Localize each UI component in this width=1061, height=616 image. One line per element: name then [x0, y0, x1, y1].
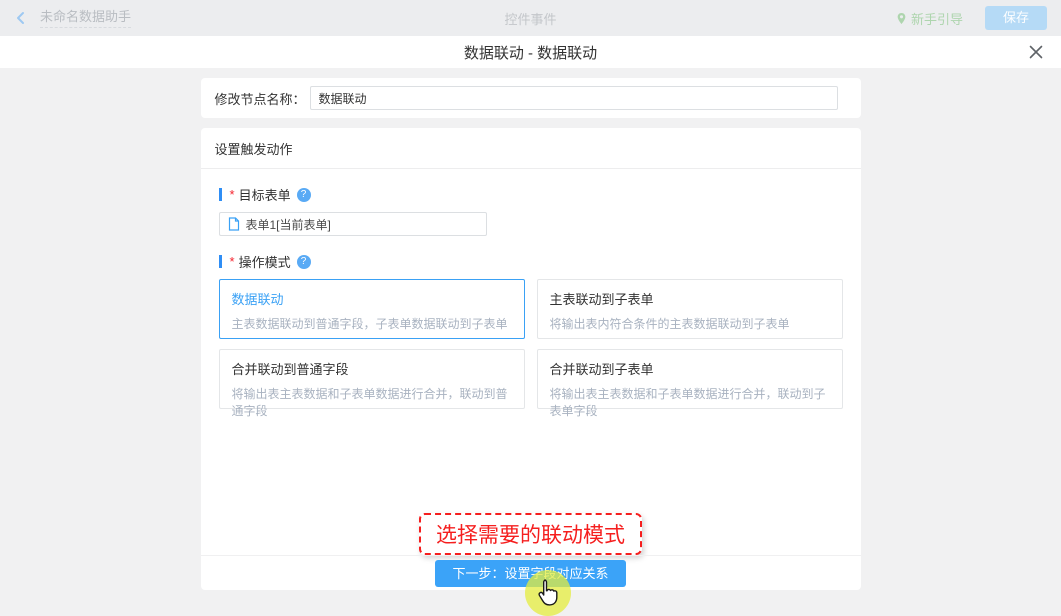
target-form-value: 表单1[当前表单] [246, 216, 331, 233]
modal-content: 修改节点名称： 设置触发动作 * 目标表单 ? 表单1[当前表单] * [0, 68, 1061, 590]
mode-card-title: 合并联动到子表单 [550, 359, 830, 378]
help-icon[interactable]: ? [297, 188, 311, 202]
modal-title: 数据联动 - 数据联动 [464, 42, 597, 63]
mode-card-title: 数据联动 [232, 289, 512, 308]
field-accent-bar [219, 188, 222, 201]
annotation-callout: 选择需要的联动模式 [419, 513, 642, 555]
section-body: * 目标表单 ? 表单1[当前表单] * 操作模式 ? 数据联动 主 [201, 169, 861, 555]
save-button[interactable]: 保存 [985, 6, 1047, 30]
mode-card-main-to-subform[interactable]: 主表联动到子表单 将输出表内符合条件的主表数据联动到子表单 [537, 279, 843, 339]
section-title: 设置触发动作 [201, 128, 861, 169]
mode-card-title: 主表联动到子表单 [550, 289, 830, 308]
topbar: 控件事件 未命名数据助手 新手引导 保存 [0, 0, 1061, 36]
mode-option-grid: 数据联动 主表数据联动到普通字段，子表单数据联动到子表单 主表联动到子表单 将输… [219, 279, 843, 409]
node-name-input[interactable] [310, 86, 838, 110]
field-accent-bar [219, 255, 222, 268]
location-pin-icon [896, 12, 907, 25]
required-star: * [230, 255, 235, 268]
mode-card-title: 合并联动到普通字段 [232, 359, 512, 378]
panel-footer: 下一步：设置字段对应关系 [201, 555, 861, 590]
annotation-wrap: 选择需要的联动模式 [219, 513, 843, 555]
mode-card-merge-to-field[interactable]: 合并联动到普通字段 将输出表主表数据和子表单数据进行合并，联动到普通字段 [219, 349, 525, 409]
assistant-name[interactable]: 未命名数据助手 [40, 9, 131, 28]
node-name-label: 修改节点名称： [215, 89, 306, 108]
mode-card-desc: 将输出表主表数据和子表单数据进行合并，联动到子表单字段 [550, 385, 830, 419]
next-step-button[interactable]: 下一步：设置字段对应关系 [435, 560, 625, 587]
mode-card-desc: 将输出表内符合条件的主表数据联动到子表单 [550, 315, 830, 332]
target-form-label-row: * 目标表单 ? [219, 185, 843, 204]
required-star: * [230, 188, 235, 201]
close-icon[interactable] [1027, 43, 1045, 61]
beginner-guide-link[interactable]: 新手引导 [896, 9, 963, 28]
back-chevron-icon[interactable] [14, 11, 28, 25]
node-name-panel: 修改节点名称： [201, 78, 861, 118]
mode-card-desc: 将输出表主表数据和子表单数据进行合并，联动到普通字段 [232, 385, 512, 419]
target-form-label: 目标表单 [239, 185, 291, 204]
mode-card-data-linkage[interactable]: 数据联动 主表数据联动到普通字段，子表单数据联动到子表单 [219, 279, 525, 339]
mode-card-merge-to-subform[interactable]: 合并联动到子表单 将输出表主表数据和子表单数据进行合并，联动到子表单字段 [537, 349, 843, 409]
mode-card-desc: 主表数据联动到普通字段，子表单数据联动到子表单 [232, 315, 512, 332]
guide-label: 新手引导 [911, 9, 963, 28]
trigger-action-panel: 设置触发动作 * 目标表单 ? 表单1[当前表单] * 操作模式 ? [201, 128, 861, 590]
target-form-select[interactable]: 表单1[当前表单] [219, 212, 487, 236]
modal-header: 数据联动 - 数据联动 [0, 36, 1061, 68]
mode-label-row: * 操作模式 ? [219, 252, 843, 271]
form-document-icon [228, 217, 240, 231]
help-icon[interactable]: ? [297, 255, 311, 269]
mode-label: 操作模式 [239, 252, 291, 271]
